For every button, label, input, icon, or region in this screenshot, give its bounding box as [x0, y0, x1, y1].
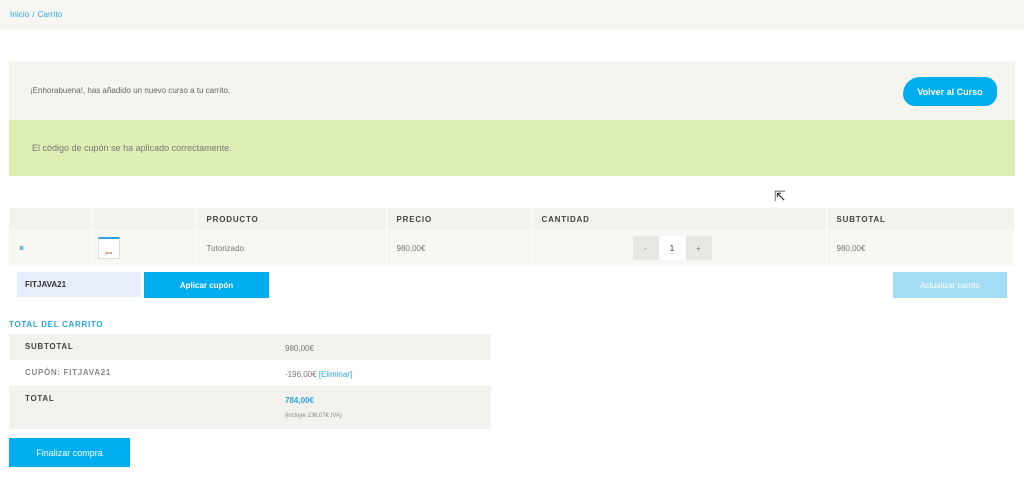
- header-price: PRECIO: [386, 208, 532, 230]
- update-cart-button[interactable]: Actualizar carrito: [893, 272, 1007, 298]
- product-name[interactable]: Tutorizado: [196, 230, 387, 266]
- quantity-decrease-button[interactable]: -: [632, 236, 659, 260]
- quantity-input[interactable]: 1: [658, 236, 686, 260]
- total-cell: 784,00€ (incluye 136,07€ IVA): [273, 386, 491, 429]
- breadcrumb-separator: /: [32, 10, 35, 19]
- quantity-stepper: - 1 +: [632, 236, 826, 260]
- totals-subtotal-row: SUBTOTAL 980,00€: [9, 334, 491, 360]
- top-bar: Inicio / Carrito: [0, 0, 1024, 30]
- mouse-cursor-icon: ⇱: [774, 188, 786, 204]
- coupon-discount: -196,00€ [Eliminar]: [273, 360, 491, 386]
- thumbnail-label: java: [104, 250, 113, 255]
- coupon-label: CUPÓN: FITJAVA21: [9, 360, 273, 386]
- notice-message: ¡Enhorabuena!, has añadido un nuevo curs…: [30, 86, 231, 95]
- apply-coupon-button[interactable]: Aplicar cupón: [144, 272, 269, 298]
- breadcrumb: Inicio / Carrito: [10, 10, 62, 19]
- header-subtotal: SUBTOTAL: [826, 208, 1015, 230]
- totals-total-row: TOTAL 784,00€ (incluye 136,07€ IVA): [9, 386, 491, 429]
- remove-coupon-link[interactable]: [Eliminar]: [319, 370, 352, 379]
- coupon-code-input[interactable]: [17, 272, 141, 297]
- cart-header-row: PRODUCTO PRECIO CANTIDAD SUBTOTAL: [9, 208, 1015, 230]
- coupon-value: -196,00€: [285, 370, 317, 379]
- table-row: × java Tutorizado 980,00€ - 1 + 980,00€: [9, 230, 1015, 266]
- header-thumbnail: [91, 208, 197, 230]
- tax-note: (incluye 136,07€ IVA): [285, 413, 342, 419]
- total-label: TOTAL: [9, 386, 273, 429]
- cart-table: PRODUCTO PRECIO CANTIDAD SUBTOTAL × java…: [9, 208, 1015, 266]
- breadcrumb-home-link[interactable]: Inicio: [10, 10, 29, 19]
- subtotal-label: SUBTOTAL: [9, 334, 273, 360]
- total-value: 784,00€: [285, 396, 314, 405]
- checkout-button[interactable]: Finalizar compra: [9, 438, 130, 467]
- product-price: 980,00€: [386, 230, 532, 266]
- subtotal-value: 980,00€: [273, 334, 491, 360]
- cart-totals-title: TOTAL DEL CARRITO: [9, 320, 104, 329]
- quantity-increase-button[interactable]: +: [685, 236, 712, 260]
- remove-item-icon[interactable]: ×: [9, 243, 24, 253]
- header-quantity: CANTIDAD: [531, 208, 827, 230]
- added-to-cart-notice: ¡Enhorabuena!, has añadido un nuevo curs…: [9, 61, 1015, 120]
- back-to-course-button[interactable]: Volver al Curso: [903, 77, 997, 106]
- breadcrumb-current[interactable]: Carrito: [38, 10, 63, 19]
- product-subtotal: 980,00€: [826, 230, 1015, 266]
- product-thumbnail[interactable]: java: [97, 237, 120, 259]
- coupon-success-notice: El código de cupón se ha aplicado correc…: [9, 120, 1015, 176]
- header-remove: [9, 208, 92, 230]
- success-message: El código de cupón se ha aplicado correc…: [32, 143, 232, 153]
- header-product: PRODUCTO: [196, 208, 387, 230]
- cart-totals-table: SUBTOTAL 980,00€ CUPÓN: FITJAVA21 -196,0…: [9, 334, 491, 429]
- totals-coupon-row: CUPÓN: FITJAVA21 -196,00€ [Eliminar]: [9, 360, 491, 386]
